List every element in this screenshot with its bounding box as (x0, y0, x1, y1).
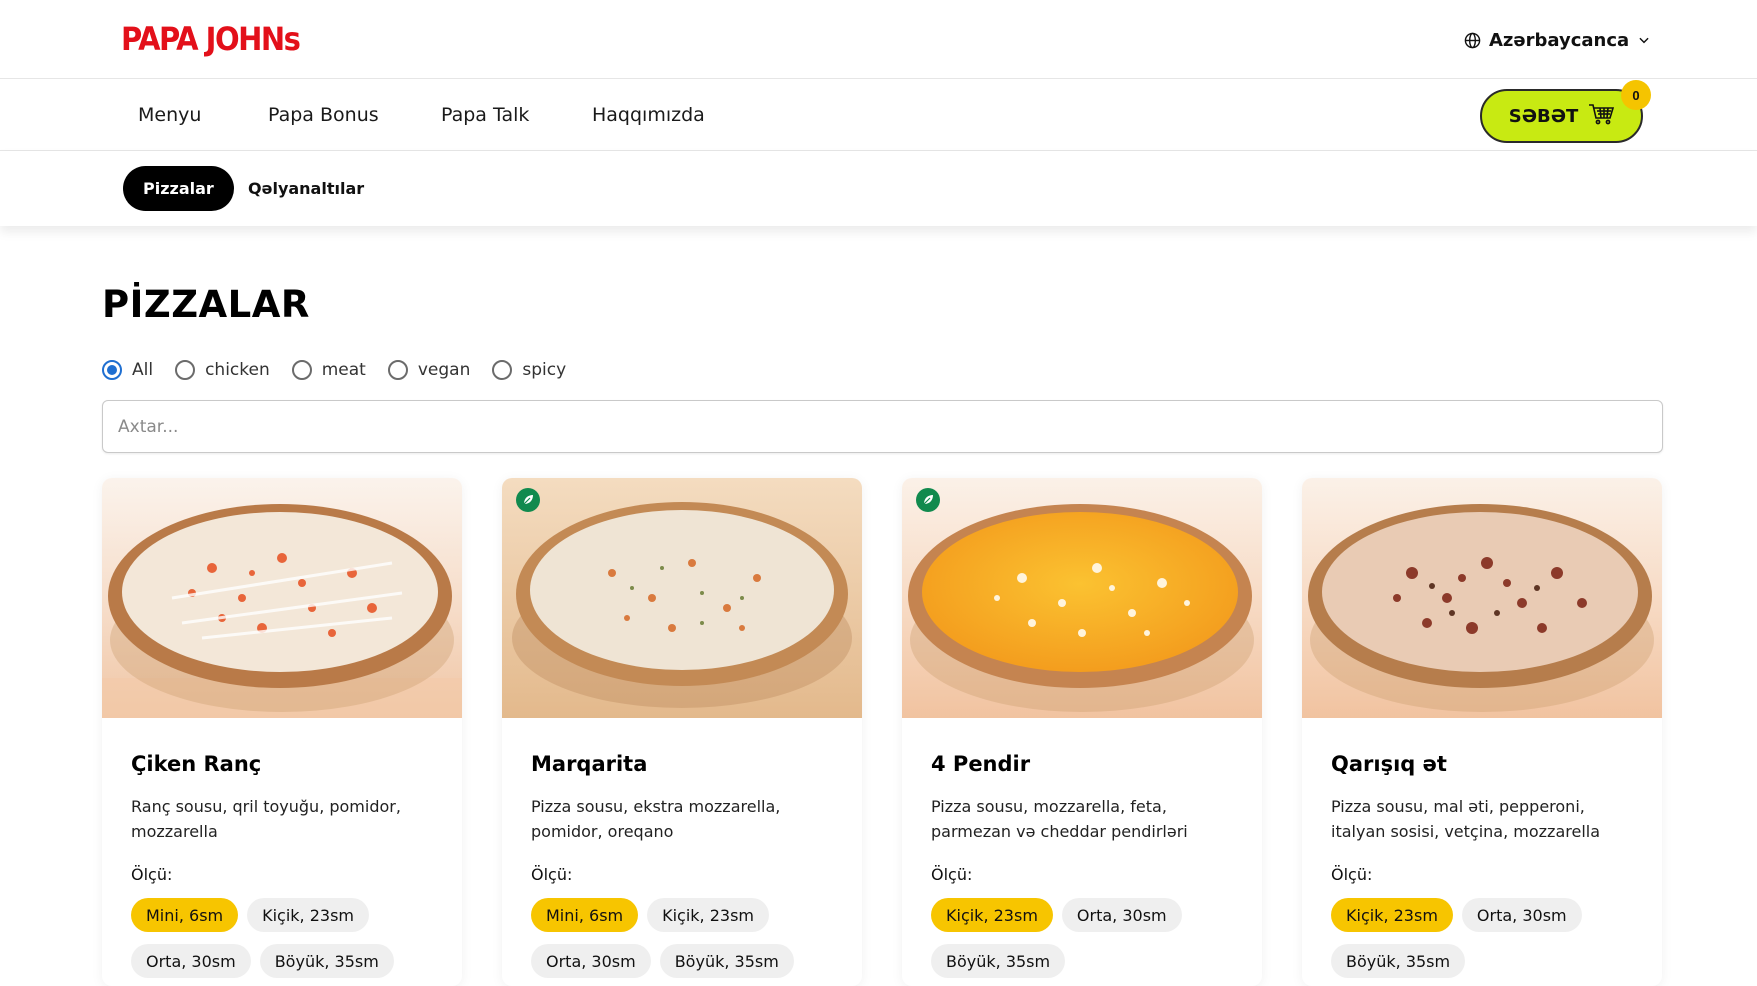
product-description: Pizza sousu, mozzarella, feta, parmezan … (931, 797, 1188, 841)
size-option[interactable]: Böyük, 35sm (259, 944, 394, 978)
size-option[interactable]: Orta, 30sm (131, 944, 251, 978)
filter-label: meat (321, 360, 366, 380)
product-title: Çiken Ranç (131, 752, 262, 776)
size-label: Ölçü: (131, 865, 173, 884)
product-description: Pizza sousu, ekstra mozzarella, pomidor,… (531, 797, 781, 841)
size-options: Mini, 6sm Kiçik, 23sm Orta, 30sm Böyük, … (531, 898, 851, 978)
size-option[interactable]: Kiçik, 23sm (647, 898, 770, 932)
filter-spicy[interactable]: spicy (492, 360, 566, 380)
vegetarian-leaf-icon (516, 488, 540, 512)
category-snacks[interactable]: Qəlyanaltılar (248, 166, 364, 211)
product-title: 4 Pendir (931, 752, 1031, 776)
filter-radio-group: All chicken meat vegan spicy (102, 357, 566, 383)
top-header: PAPA JOHNs Azərbaycanca (0, 0, 1757, 79)
size-option[interactable]: Mini, 6sm (131, 898, 239, 932)
size-options: Kiçik, 23sm Orta, 30sm Böyük, 35sm (931, 898, 1251, 978)
size-label: Ölçü: (1331, 865, 1373, 884)
size-option[interactable]: Böyük, 35sm (1331, 944, 1466, 978)
page-title: PİZZALAR (102, 283, 310, 326)
language-selector[interactable]: Azərbaycanca (1464, 24, 1651, 56)
product-title: Qarışıq ət (1331, 752, 1447, 776)
filter-label: chicken (205, 360, 270, 380)
cart-count-badge: 0 (1621, 80, 1651, 110)
size-option[interactable]: Kiçik, 23sm (247, 898, 370, 932)
nav-item-menu[interactable]: Menyu (138, 79, 201, 151)
product-description: Ranç sousu, qril toyuğu, pomidor, mozzar… (131, 797, 401, 841)
vegetarian-leaf-icon (916, 488, 940, 512)
size-option[interactable]: Kiçik, 23sm (931, 898, 1053, 932)
size-option[interactable]: Böyük, 35sm (659, 944, 794, 978)
radio-icon[interactable] (175, 360, 196, 380)
radio-icon[interactable] (291, 360, 312, 380)
size-option[interactable]: Orta, 30sm (531, 944, 651, 978)
product-card[interactable]: Marqarita Pizza sousu, ekstra mozzarella… (502, 478, 862, 986)
size-option[interactable]: Orta, 30sm (1061, 898, 1182, 932)
filter-meat[interactable]: meat (291, 360, 366, 380)
product-card[interactable]: Qarışıq ət Pizza sousu, mal əti, peppero… (1302, 478, 1662, 986)
cart-button[interactable]: SƏBƏT (1480, 89, 1643, 143)
filter-all[interactable]: All (102, 360, 153, 380)
radio-icon[interactable] (492, 360, 513, 380)
logo-text: PAPA JOHNs (121, 20, 301, 58)
product-card[interactable]: 4 Pendir Pizza sousu, mozzarella, feta, … (902, 478, 1262, 986)
filter-label: vegan (417, 360, 471, 380)
cart-icon (1588, 103, 1615, 130)
radio-icon[interactable] (387, 360, 408, 380)
chevron-down-icon (1637, 33, 1651, 47)
size-option[interactable]: Orta, 30sm (1461, 898, 1582, 932)
pizza-image[interactable] (502, 478, 862, 718)
search-input[interactable] (102, 400, 1663, 453)
size-option[interactable]: Böyük, 35sm (931, 944, 1066, 978)
filter-label: spicy (522, 360, 567, 380)
main-nav: Menyu Papa Bonus Papa Talk Haqqımızda SƏ… (0, 79, 1757, 151)
size-options: Mini, 6sm Kiçik, 23sm Orta, 30sm Böyük, … (131, 898, 451, 978)
size-option[interactable]: Mini, 6sm (531, 898, 639, 932)
category-bar: Pizzalar Qəlyanaltılar (0, 151, 1757, 226)
radio-checked-icon[interactable] (102, 360, 122, 380)
filter-vegan[interactable]: vegan (387, 360, 471, 380)
product-title: Marqarita (531, 752, 648, 776)
product-description: Pizza sousu, mal əti, pepperoni, italyan… (1331, 797, 1601, 841)
category-pizzas[interactable]: Pizzalar (123, 166, 234, 211)
nav-item-about[interactable]: Haqqımızda (592, 79, 705, 151)
size-option[interactable]: Kiçik, 23sm (1331, 898, 1453, 932)
size-options: Kiçik, 23sm Orta, 30sm Böyük, 35sm (1331, 898, 1651, 978)
pizza-image[interactable] (1302, 478, 1662, 718)
nav-item-papa-talk[interactable]: Papa Talk (441, 79, 529, 151)
filter-chicken[interactable]: chicken (175, 360, 270, 380)
language-label: Azərbaycanca (1489, 29, 1630, 51)
papa-johns-logo[interactable]: PAPA JOHNs (121, 20, 301, 58)
size-label: Ölçü: (931, 865, 973, 884)
product-card[interactable]: Çiken Ranç Ranç sousu, qril toyuğu, pomi… (102, 478, 462, 986)
nav-item-papa-bonus[interactable]: Papa Bonus (268, 79, 379, 151)
pizza-image[interactable] (902, 478, 1262, 718)
size-label: Ölçü: (531, 865, 573, 884)
filter-label: All (132, 360, 154, 380)
cart-label: SƏBƏT (1508, 105, 1579, 127)
pizza-image[interactable] (102, 478, 462, 718)
globe-icon (1464, 32, 1481, 49)
